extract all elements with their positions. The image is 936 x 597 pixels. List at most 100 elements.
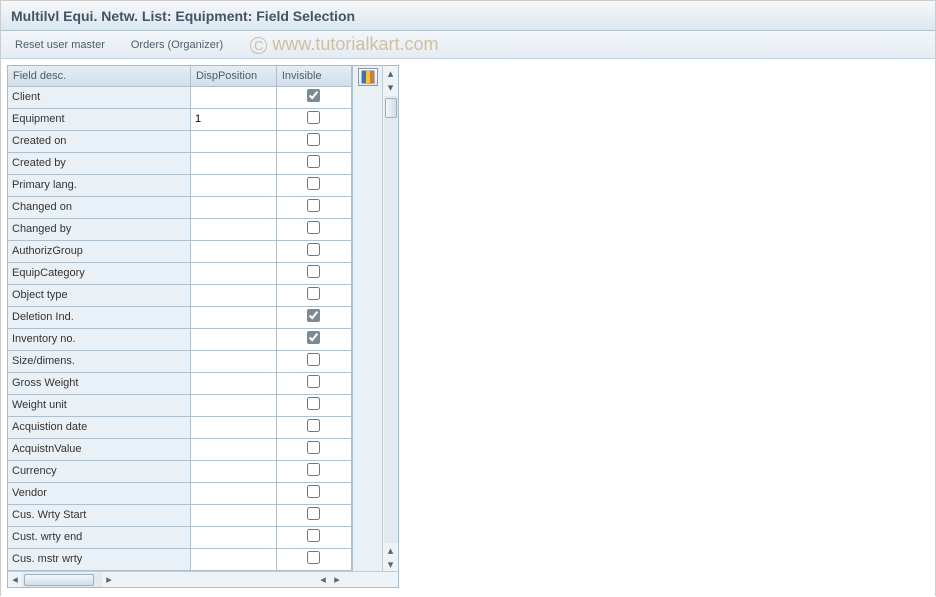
invisible-checkbox[interactable]	[307, 89, 320, 102]
invisible-checkbox[interactable]	[307, 199, 320, 212]
disp-position-cell[interactable]	[190, 130, 276, 152]
invisible-cell[interactable]	[276, 262, 351, 284]
invisible-checkbox[interactable]	[307, 221, 320, 234]
disp-position-input[interactable]	[195, 395, 272, 415]
invisible-cell[interactable]	[276, 306, 351, 328]
disp-position-cell[interactable]	[190, 240, 276, 262]
disp-position-input[interactable]	[195, 351, 272, 371]
vscroll-track[interactable]	[384, 96, 398, 543]
invisible-cell[interactable]	[276, 196, 351, 218]
invisible-checkbox[interactable]	[307, 177, 320, 190]
disp-position-cell[interactable]	[190, 394, 276, 416]
disp-position-cell[interactable]	[190, 372, 276, 394]
disp-position-cell[interactable]	[190, 482, 276, 504]
disp-position-input[interactable]	[195, 285, 272, 305]
reset-user-master-button[interactable]: Reset user master	[9, 36, 111, 54]
disp-position-input[interactable]	[195, 307, 272, 327]
invisible-cell[interactable]	[276, 548, 351, 570]
scroll-left2-arrow-icon[interactable]: ◂	[316, 573, 330, 587]
invisible-cell[interactable]	[276, 86, 351, 108]
invisible-checkbox[interactable]	[307, 375, 320, 388]
invisible-cell[interactable]	[276, 328, 351, 350]
scroll-down-bottom-icon[interactable]: ▾	[384, 557, 398, 571]
disp-position-input[interactable]	[195, 527, 272, 547]
disp-position-cell[interactable]	[190, 306, 276, 328]
disp-position-input[interactable]	[195, 197, 272, 217]
disp-position-input[interactable]	[195, 461, 272, 481]
invisible-checkbox[interactable]	[307, 243, 320, 256]
invisible-cell[interactable]	[276, 152, 351, 174]
invisible-checkbox[interactable]	[307, 155, 320, 168]
vertical-scrollbar[interactable]: ▴ ▾ ▴ ▾	[382, 66, 398, 571]
orders-organizer-button[interactable]: Orders (Organizer)	[125, 36, 229, 54]
disp-position-input[interactable]	[195, 131, 272, 151]
invisible-cell[interactable]	[276, 526, 351, 548]
disp-position-cell[interactable]	[190, 416, 276, 438]
disp-position-cell[interactable]	[190, 174, 276, 196]
disp-position-cell[interactable]	[190, 438, 276, 460]
disp-position-input[interactable]	[195, 153, 272, 173]
disp-position-input[interactable]	[195, 439, 272, 459]
invisible-cell[interactable]	[276, 372, 351, 394]
col-header-field-desc[interactable]: Field desc.	[8, 66, 190, 86]
invisible-checkbox[interactable]	[307, 331, 320, 344]
col-header-disp-position[interactable]: DispPosition	[190, 66, 276, 86]
invisible-cell[interactable]	[276, 416, 351, 438]
disp-position-cell[interactable]	[190, 196, 276, 218]
invisible-cell[interactable]	[276, 108, 351, 130]
disp-position-input[interactable]	[195, 505, 272, 525]
invisible-checkbox[interactable]	[307, 111, 320, 124]
invisible-cell[interactable]	[276, 350, 351, 372]
disp-position-cell[interactable]	[190, 108, 276, 130]
disp-position-input[interactable]	[195, 175, 272, 195]
invisible-cell[interactable]	[276, 174, 351, 196]
disp-position-input[interactable]	[195, 109, 272, 129]
invisible-checkbox[interactable]	[307, 353, 320, 366]
invisible-checkbox[interactable]	[307, 287, 320, 300]
hscroll-track[interactable]	[22, 573, 102, 587]
invisible-checkbox[interactable]	[307, 463, 320, 476]
disp-position-cell[interactable]	[190, 504, 276, 526]
invisible-checkbox[interactable]	[307, 397, 320, 410]
invisible-checkbox[interactable]	[307, 485, 320, 498]
disp-position-cell[interactable]	[190, 218, 276, 240]
disp-position-input[interactable]	[195, 483, 272, 503]
invisible-cell[interactable]	[276, 438, 351, 460]
invisible-cell[interactable]	[276, 504, 351, 526]
disp-position-cell[interactable]	[190, 284, 276, 306]
scroll-down-arrow-icon[interactable]: ▾	[384, 80, 398, 94]
invisible-checkbox[interactable]	[307, 309, 320, 322]
scroll-up-bottom-icon[interactable]: ▴	[384, 543, 398, 557]
disp-position-cell[interactable]	[190, 152, 276, 174]
disp-position-input[interactable]	[195, 329, 272, 349]
invisible-checkbox[interactable]	[307, 133, 320, 146]
invisible-checkbox[interactable]	[307, 507, 320, 520]
invisible-cell[interactable]	[276, 240, 351, 262]
scroll-right-arrow-icon[interactable]: ▸	[102, 573, 116, 587]
invisible-cell[interactable]	[276, 130, 351, 152]
scroll-up-arrow-icon[interactable]: ▴	[384, 66, 398, 80]
invisible-checkbox[interactable]	[307, 551, 320, 564]
invisible-checkbox[interactable]	[307, 529, 320, 542]
invisible-checkbox[interactable]	[307, 441, 320, 454]
disp-position-input[interactable]	[195, 549, 272, 569]
disp-position-input[interactable]	[195, 87, 272, 107]
horizontal-scrollbar[interactable]: ◂ ▸ ◂ ▸	[8, 571, 398, 587]
invisible-cell[interactable]	[276, 284, 351, 306]
hscroll-thumb[interactable]	[24, 574, 94, 586]
disp-position-cell[interactable]	[190, 262, 276, 284]
scroll-right2-arrow-icon[interactable]: ▸	[330, 573, 344, 587]
scroll-left-arrow-icon[interactable]: ◂	[8, 573, 22, 587]
invisible-checkbox[interactable]	[307, 265, 320, 278]
col-header-invisible[interactable]: Invisible	[276, 66, 351, 86]
invisible-checkbox[interactable]	[307, 419, 320, 432]
disp-position-cell[interactable]	[190, 350, 276, 372]
disp-position-input[interactable]	[195, 241, 272, 261]
disp-position-cell[interactable]	[190, 460, 276, 482]
invisible-cell[interactable]	[276, 460, 351, 482]
disp-position-input[interactable]	[195, 417, 272, 437]
disp-position-cell[interactable]	[190, 526, 276, 548]
disp-position-input[interactable]	[195, 263, 272, 283]
invisible-cell[interactable]	[276, 482, 351, 504]
invisible-cell[interactable]	[276, 218, 351, 240]
